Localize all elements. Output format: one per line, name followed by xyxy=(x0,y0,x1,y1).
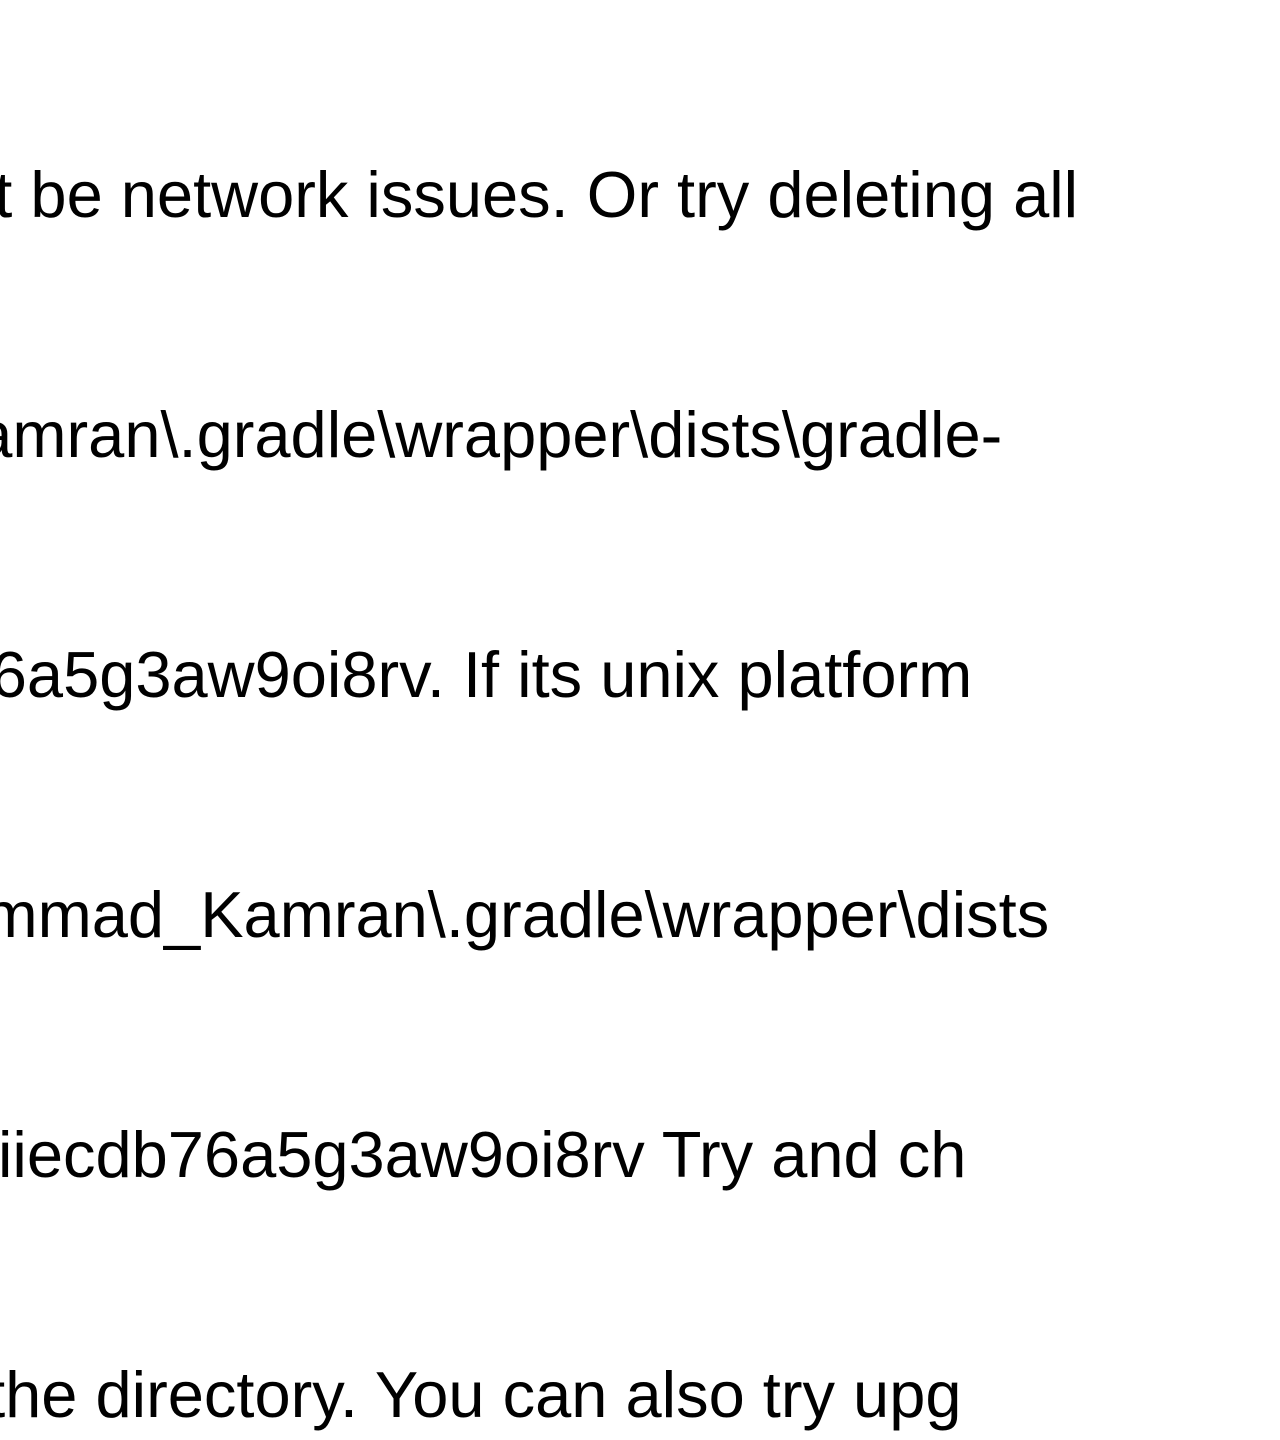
text-line: also : Might be network issues. Or try d… xyxy=(0,155,1280,235)
text-line: issions on the directory. You can also t… xyxy=(0,1355,1280,1435)
text-line: n -all\9fahxiiecdb76a5g3aw9oi8rv Try and… xyxy=(0,1115,1280,1195)
text-line: sers\Muhammad_Kamran\.gradle\wrapper\dis… xyxy=(0,875,1280,955)
text-line: ahxiiecdb76a5g3aw9oi8rv. If its unix pla… xyxy=(0,635,1280,715)
document-text-block: also : Might be network issues. Or try d… xyxy=(0,0,1280,1440)
text-line: ammad_Kamran\.gradle\wrapper\dists\gradl… xyxy=(0,395,1280,475)
